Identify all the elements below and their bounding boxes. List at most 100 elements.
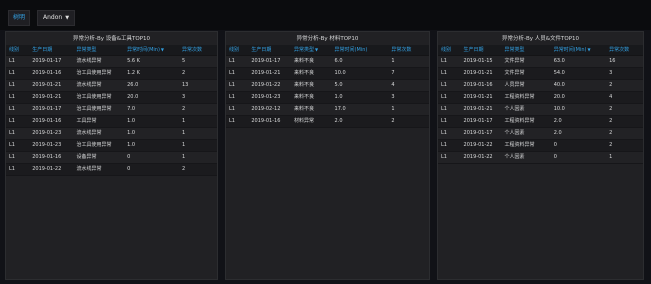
table-header-row: 线别 生产日期 异常类型▼ 异常时间(Min) 异常次数 (226, 45, 429, 56)
table-cell: L1 (438, 79, 461, 92)
table-cell: 2019-01-16 (248, 115, 291, 128)
table-cell: 2019-01-16 (29, 115, 74, 128)
table-cell: 2 (606, 115, 643, 128)
table-cell: L1 (226, 67, 249, 80)
table-cell: L1 (226, 79, 249, 92)
table-cell: 个人因素 (501, 127, 551, 140)
column-header[interactable]: 异常类型▼ (290, 45, 332, 56)
panel-title[interactable]: 异常分析-By 设备&工具TOP10 (6, 34, 217, 44)
column-header[interactable]: 生产日期 (460, 45, 502, 56)
table-cell: 治工具使用异常 (73, 139, 125, 152)
table-cell: L1 (226, 91, 249, 104)
table-cell: 7.0 (124, 103, 179, 116)
table-cell: L1 (438, 139, 461, 152)
table-cell: L1 (438, 103, 461, 116)
column-header[interactable]: 生产日期 (248, 45, 291, 56)
table-cell: L1 (6, 151, 30, 164)
column-header[interactable]: 异常次数 (388, 45, 429, 56)
table-cell: 40.0 (550, 79, 607, 92)
table-cell: 5.6 K (124, 55, 179, 68)
table-cell: 0 (124, 163, 179, 176)
table-row: L1 2019-01-15 文件异常 63.0 16 (438, 55, 643, 68)
table-cell: L1 (226, 103, 249, 116)
table-row: L1 2019-01-16 人员异常 40.0 2 (438, 79, 643, 92)
table-row: L1 2019-01-23 治工具使用异常 1.0 1 (6, 139, 217, 152)
table-row: L1 2019-01-17 流水线异常 5.6 K5 (6, 55, 217, 68)
table-cell: 2.0 (550, 115, 607, 128)
column-header[interactable]: 异常时间(Min)▼ (550, 45, 607, 56)
table-cell: 20.0 (550, 91, 607, 104)
column-header-label: 异常次数 (181, 46, 202, 53)
table-row: L1 2019-01-16 治工具使用异常 1.2 K2 (6, 67, 217, 80)
table-cell: 63.0 (550, 55, 607, 68)
table-row: L1 2019-01-16 材料异常 2.0 2 (226, 115, 429, 128)
table-cell: 流水线异常 (73, 55, 125, 68)
table-cell: L1 (438, 91, 461, 104)
table-cell: 治工具使用异常 (73, 103, 125, 116)
column-header[interactable]: 异常时间(Min) (331, 45, 389, 56)
table-cell: 2019-01-17 (29, 103, 74, 116)
table-cell: 1 (178, 115, 217, 128)
panel-title[interactable]: 异常分析-By 材料TOP10 (226, 34, 429, 44)
table-cell: 5.0 (331, 79, 389, 92)
column-header[interactable]: 异常类型 (73, 45, 125, 56)
column-header[interactable]: 异常时间(Min)▼ (124, 45, 179, 56)
variable-label: 树明 (8, 10, 31, 26)
panel-title[interactable]: 异常分析-By 人员&文件TOP10 (438, 34, 643, 44)
column-header[interactable]: 线别 (226, 45, 249, 56)
table-row: L1 2019-01-21 个人因素 10.0 2 (438, 103, 643, 116)
table-cell: 设备异常 (73, 151, 125, 164)
table-cell: 文件异常 (501, 67, 551, 80)
table-cell: 文件异常 (501, 55, 551, 68)
table-cell: 来料不良 (290, 103, 332, 116)
table-cell: 个人因素 (501, 103, 551, 116)
dashboard-toolbar: 树明 Andon ▼ (0, 0, 651, 30)
table-cell: 个人因素 (501, 151, 551, 164)
column-header-label: 生产日期 (32, 46, 53, 53)
table-cell: 人员异常 (501, 79, 551, 92)
table-cell: 1.2 K (124, 67, 179, 80)
variable-dropdown[interactable]: Andon ▼ (37, 10, 76, 26)
table-row: L1 2019-01-23 流水线异常 1.0 1 (6, 127, 217, 140)
column-header[interactable]: 异常次数 (178, 45, 217, 56)
table-cell: 1.0 (124, 139, 179, 152)
table-cell: 治工具使用异常 (73, 67, 125, 80)
table-cell: 2.0 (550, 127, 607, 140)
column-header[interactable]: 生产日期 (29, 45, 74, 56)
column-header-label: 线别 (9, 46, 20, 53)
table-cell: 2 (178, 163, 217, 176)
table-cell: L1 (6, 79, 30, 92)
table-cell: 17.0 (331, 103, 389, 116)
column-header-label: 异常次数 (391, 46, 412, 53)
table-cell: 16 (606, 55, 643, 68)
table-cell: 2 (606, 127, 643, 140)
column-header[interactable]: 异常类型 (501, 45, 551, 56)
data-table: 线别 生产日期 异常类型▼ 异常时间(Min) 异常次数 L1 2019-01-17 来料不… (226, 45, 429, 128)
table-cell: 3 (606, 67, 643, 80)
table-cell: 6.0 (331, 55, 389, 68)
table-cell: 2019-01-16 (29, 151, 74, 164)
table-cell: 2019-01-23 (29, 127, 74, 140)
table-cell: 1 (388, 103, 429, 116)
table-cell: 工程资料异常 (501, 115, 551, 128)
data-table: 线别 生产日期 异常类型 异常时间(Min)▼ 异常次数 L1 2019-01-17 流水线… (6, 45, 217, 176)
table-cell: 4 (606, 91, 643, 104)
table-row: L1 2019-01-22 工程资料异常 0 2 (438, 139, 643, 152)
column-header-label: 异常类型 (293, 47, 314, 53)
table-row: L1 2019-01-22 来料不良 5.0 4 (226, 79, 429, 92)
column-header[interactable]: 线别 (6, 45, 30, 56)
table-row: L1 2019-01-22 个人因素 0 1 (438, 151, 643, 164)
table-cell: 2019-01-22 (460, 139, 502, 152)
table-cell: L1 (6, 115, 30, 128)
table-cell: L1 (6, 163, 30, 176)
table-cell: 13 (178, 79, 217, 92)
table-cell: 2019-01-15 (460, 55, 502, 68)
column-header[interactable]: 异常次数 (606, 45, 643, 56)
column-header[interactable]: 线别 (438, 45, 461, 56)
table-cell: 3 (178, 91, 217, 104)
table-cell: 2019-01-22 (460, 151, 502, 164)
table-cell: L1 (438, 127, 461, 140)
table-row: L1 2019-02-12 来料不良 17.0 1 (226, 103, 429, 116)
table-cell: 流水线异常 (73, 163, 125, 176)
data-table: 线别 生产日期 异常类型 异常时间(Min)▼ 异常次数 L1 2019-01-15 文件异… (438, 45, 643, 164)
